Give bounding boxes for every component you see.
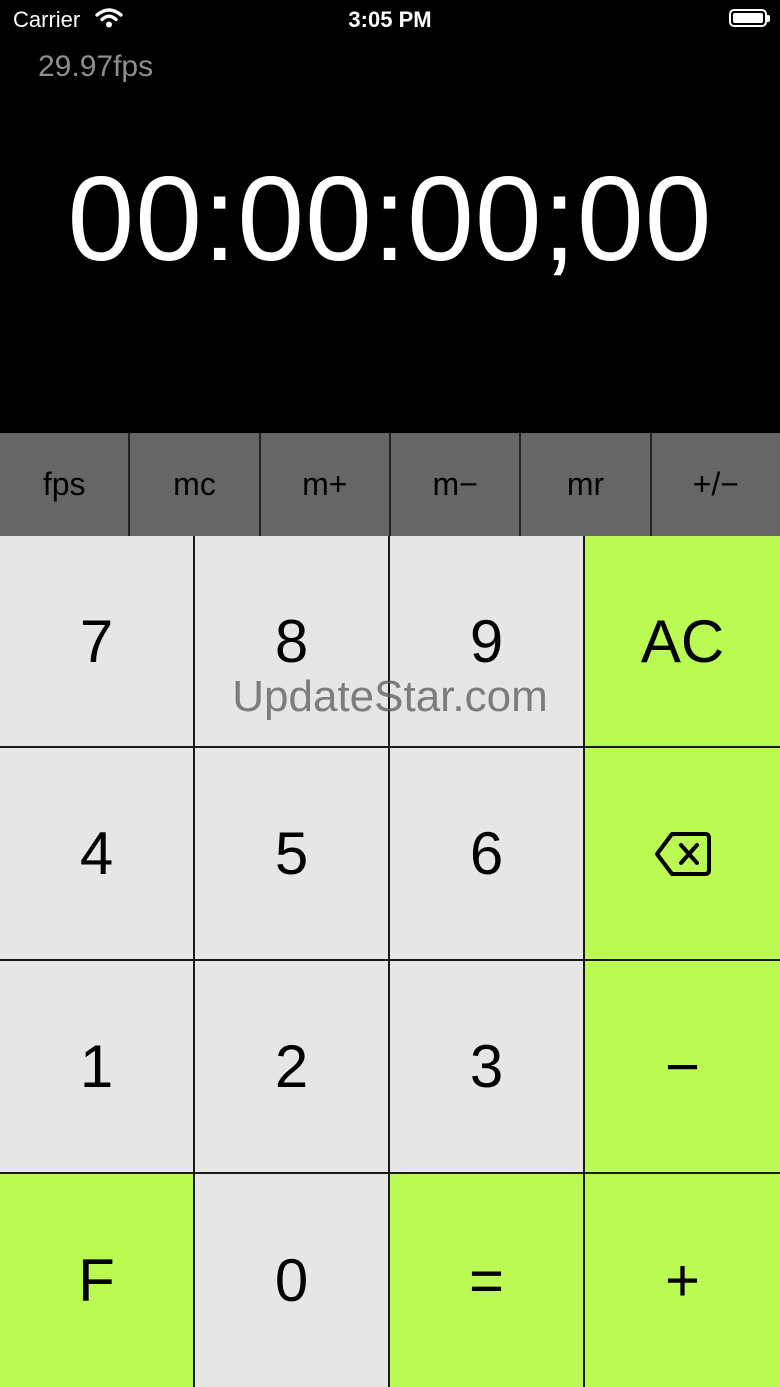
keypad: 7 8 9 AC 4 5 6 1 2 3 − F 0 = + (0, 536, 780, 1387)
memory-add-button[interactable]: m+ (260, 433, 391, 536)
function-row: fps mc m+ m− mr +/− (0, 433, 780, 536)
subtract-button[interactable]: − (585, 961, 780, 1174)
memory-recall-button[interactable]: mr (521, 433, 652, 536)
fps-button[interactable]: fps (0, 433, 131, 536)
key-4[interactable]: 4 (0, 748, 195, 961)
key-3[interactable]: 3 (390, 961, 585, 1174)
sign-toggle-button[interactable]: +/− (651, 433, 780, 536)
key-7[interactable]: 7 (0, 536, 195, 748)
frames-button[interactable]: F (0, 1174, 195, 1387)
add-button[interactable]: + (585, 1174, 780, 1387)
timecode-display: 00:00:00;00 (67, 152, 713, 286)
key-0[interactable]: 0 (195, 1174, 390, 1387)
key-1[interactable]: 1 (0, 961, 195, 1174)
all-clear-button[interactable]: AC (585, 536, 780, 748)
status-time: 3:05 PM (348, 7, 432, 32)
key-2[interactable]: 2 (195, 961, 390, 1174)
key-8[interactable]: 8 (195, 536, 390, 748)
memory-clear-button[interactable]: mc (130, 433, 261, 536)
key-5[interactable]: 5 (195, 748, 390, 961)
memory-subtract-button[interactable]: m− (390, 433, 522, 536)
backspace-icon (654, 831, 711, 876)
key-9[interactable]: 9 (390, 536, 585, 748)
backspace-button[interactable] (585, 748, 780, 961)
key-6[interactable]: 6 (390, 748, 585, 961)
battery-icon (729, 9, 770, 27)
equals-button[interactable]: = (390, 1174, 585, 1387)
status-bar: Carrier 3:05 PM (0, 0, 780, 40)
fps-readout: 29.97fps (38, 50, 154, 83)
